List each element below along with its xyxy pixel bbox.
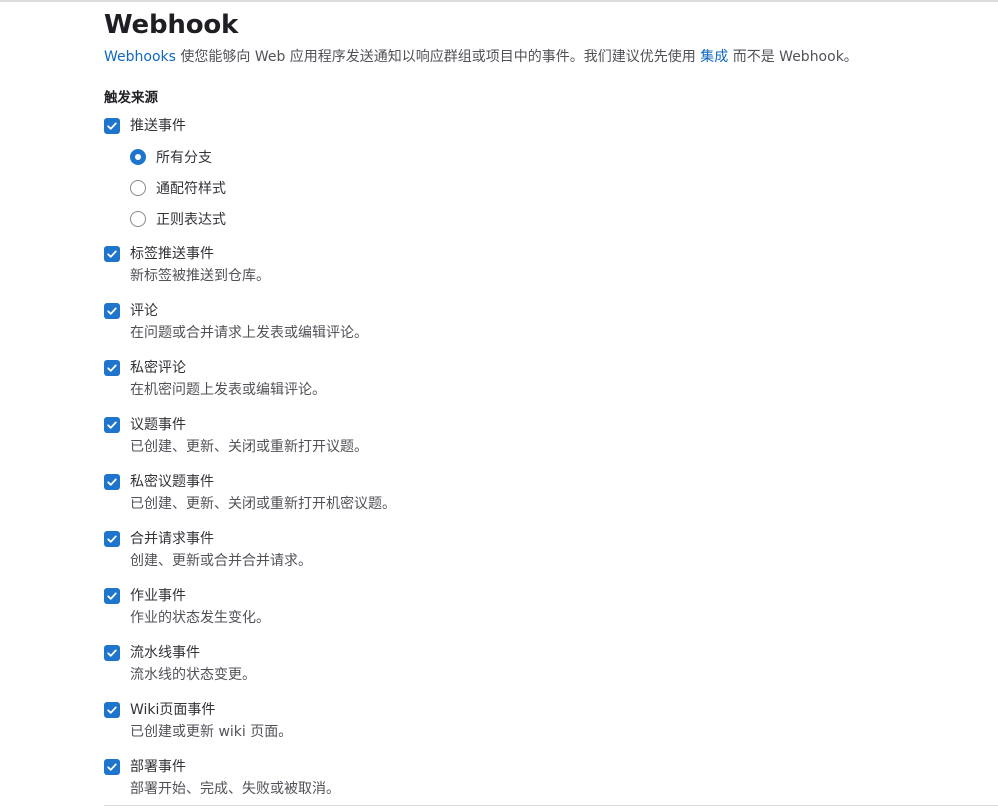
confidential-issues-events-help: 已创建、更新、关闭或重新打开机密议题。 — [130, 496, 396, 512]
comments-label: 评论 — [130, 303, 158, 319]
check-icon — [107, 250, 117, 258]
all-branches-label: 所有分支 — [156, 150, 212, 166]
tag-push-events-label: 标签推送事件 — [130, 246, 214, 262]
trigger-comments: 评论 在问题或合并请求上发表或编辑评论。 — [104, 301, 974, 343]
wildcard-pattern-radio[interactable] — [130, 180, 146, 196]
branch-filter-wildcard[interactable]: 通配符样式 — [130, 178, 974, 198]
wildcard-pattern-label: 通配符样式 — [156, 181, 226, 197]
deployment-events-checkbox[interactable] — [104, 759, 120, 775]
confidential-comments-checkbox[interactable] — [104, 360, 120, 376]
confidential-issues-events-checkbox[interactable] — [104, 474, 120, 490]
job-events-label: 作业事件 — [130, 588, 186, 604]
trigger-confidential-comments: 私密评论 在机密问题上发表或编辑评论。 — [104, 358, 974, 400]
issues-events-checkbox[interactable] — [104, 417, 120, 433]
branch-filter-all-branches[interactable]: 所有分支 — [130, 147, 974, 167]
check-icon — [107, 592, 117, 600]
all-branches-radio[interactable] — [130, 149, 146, 165]
intro-text: Webhooks 使您能够向 Web 应用程序发送通知以响应群组或项目中的事件。… — [104, 46, 974, 68]
check-icon — [107, 122, 117, 130]
check-icon — [107, 763, 117, 771]
pipeline-events-help: 流水线的状态变更。 — [130, 667, 256, 683]
check-icon — [107, 535, 117, 543]
trigger-push-events: 推送事件 — [104, 116, 974, 136]
bottom-divider — [104, 805, 998, 806]
job-events-help: 作业的状态发生变化。 — [130, 610, 270, 626]
pipeline-events-label: 流水线事件 — [130, 645, 200, 661]
regex-radio[interactable] — [130, 211, 146, 227]
trigger-merge-request-events: 合并请求事件 创建、更新或合并合并请求。 — [104, 529, 974, 571]
intro-text-part2: 而不是 Webhook。 — [728, 49, 858, 65]
page-title: Webhook — [104, 10, 239, 40]
trigger-tag-push-events: 标签推送事件 新标签被推送到仓库。 — [104, 244, 974, 286]
merge-request-events-checkbox[interactable] — [104, 531, 120, 547]
comments-checkbox[interactable] — [104, 303, 120, 319]
merge-request-events-label: 合并请求事件 — [130, 531, 214, 547]
check-icon — [107, 649, 117, 657]
push-events-checkbox[interactable] — [104, 118, 120, 134]
check-icon — [107, 421, 117, 429]
tag-push-events-checkbox[interactable] — [104, 246, 120, 262]
issues-events-help: 已创建、更新、关闭或重新打开议题。 — [130, 439, 368, 455]
wiki-page-events-checkbox[interactable] — [104, 702, 120, 718]
webhooks-docs-link[interactable]: Webhooks — [104, 49, 176, 65]
trigger-confidential-issues-events: 私密议题事件 已创建、更新、关闭或重新打开机密议题。 — [104, 472, 974, 514]
confidential-comments-label: 私密评论 — [130, 360, 186, 376]
trigger-issues-events: 议题事件 已创建、更新、关闭或重新打开议题。 — [104, 415, 974, 457]
trigger-pipeline-events: 流水线事件 流水线的状态变更。 — [104, 643, 974, 685]
integrations-link[interactable]: 集成 — [700, 49, 728, 65]
trigger-section-title: 触发来源 — [104, 90, 158, 106]
check-icon — [107, 478, 117, 486]
confidential-comments-help: 在机密问题上发表或编辑评论。 — [130, 382, 326, 398]
deployment-events-help: 部署开始、完成、失败或被取消。 — [130, 781, 340, 797]
job-events-checkbox[interactable] — [104, 588, 120, 604]
issues-events-label: 议题事件 — [130, 417, 186, 433]
merge-request-events-help: 创建、更新或合并合并请求。 — [130, 553, 312, 569]
trigger-deployment-events: 部署事件 部署开始、完成、失败或被取消。 — [104, 757, 974, 799]
regex-label: 正则表达式 — [156, 212, 226, 228]
branch-filter-radio-group: 所有分支 通配符样式 正则表达式 — [130, 147, 974, 229]
intro-text-part1: 使您能够向 Web 应用程序发送通知以响应群组或项目中的事件。我们建议优先使用 — [175, 49, 701, 65]
check-icon — [107, 364, 117, 372]
trigger-job-events: 作业事件 作业的状态发生变化。 — [104, 586, 974, 628]
check-icon — [107, 307, 117, 315]
comments-help: 在问题或合并请求上发表或编辑评论。 — [130, 325, 368, 341]
wiki-page-events-help: 已创建或更新 wiki 页面。 — [130, 724, 293, 740]
wiki-page-events-label: Wiki页面事件 — [130, 702, 216, 718]
check-icon — [107, 706, 117, 714]
confidential-issues-events-label: 私密议题事件 — [130, 474, 214, 490]
push-events-label: 推送事件 — [130, 118, 186, 134]
branch-filter-regex[interactable]: 正则表达式 — [130, 209, 974, 229]
trigger-wiki-page-events: Wiki页面事件 已创建或更新 wiki 页面。 — [104, 700, 974, 742]
tag-push-events-help: 新标签被推送到仓库。 — [130, 268, 270, 284]
webhook-settings: Webhook Webhooks 使您能够向 Web 应用程序发送通知以响应群组… — [104, 8, 974, 799]
top-divider — [0, 0, 998, 2]
pipeline-events-checkbox[interactable] — [104, 645, 120, 661]
deployment-events-label: 部署事件 — [130, 759, 186, 775]
